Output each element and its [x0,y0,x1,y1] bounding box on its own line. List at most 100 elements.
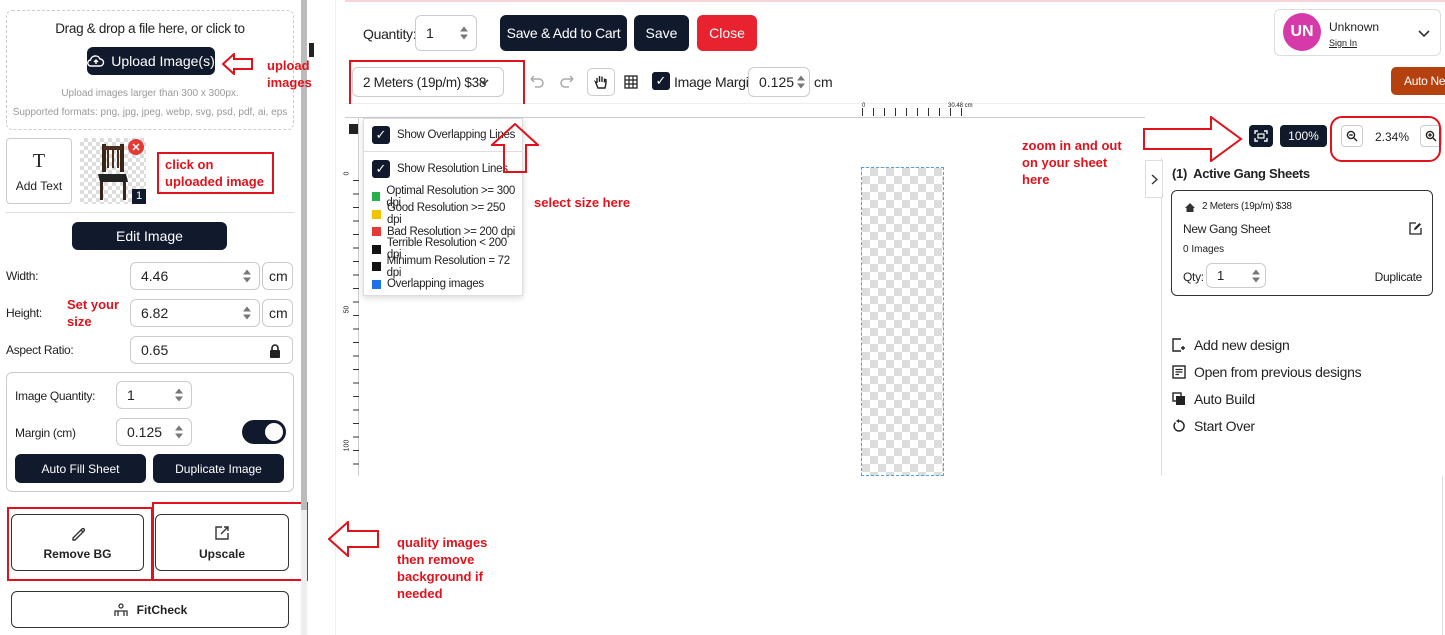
upload-hint-formats: Supported formats: png, jpg, jpeg, webp,… [12,107,288,118]
uploaded-image-thumb[interactable]: ✕ 1 [80,138,146,204]
upload-images-label: Upload Image(s) [111,53,215,69]
ruler-left-zero: 0 [343,171,351,176]
auto-build-button[interactable]: Auto Build [1172,385,1361,412]
add-text-button[interactable]: T Add Text [6,138,72,204]
upload-hint-size: Upload images larger than 300 x 300px. [61,88,239,99]
image-quantity-value: 1 [127,387,135,403]
redo-icon[interactable] [559,74,577,88]
annotation-click-uploaded: click on uploaded image [165,157,264,189]
chevron-down-icon [1418,30,1430,38]
height-label: Height: [6,306,42,320]
width-value: 4.46 [141,268,169,284]
show-overlapping-checkbox[interactable]: ✓ [372,126,390,144]
undo-icon[interactable] [527,74,545,88]
legend-label: Good Resolution >= 250 dpi [386,202,506,227]
avatar: UN [1283,13,1321,51]
legend-swatch [372,262,381,272]
top-ruler [345,104,1145,118]
arrow-left-icon [222,53,253,75]
gang-panel-collapse[interactable] [1145,160,1163,198]
zoom-controls-highlight [1330,116,1441,162]
image-margin-value: 0.125 [759,74,795,90]
fitcheck-button[interactable]: FitCheck [11,591,289,628]
quantity-value: 1 [426,25,434,41]
width-unit: cm [262,262,293,290]
margin-input[interactable]: 0.125 [116,418,192,446]
legend-swatch [372,244,381,254]
auto-fill-sheet-button[interactable]: Auto Fill Sheet [15,454,146,483]
width-unit-label: cm [269,268,288,284]
height-unit: cm [262,299,293,327]
open-previous-designs-label: Open from previous designs [1194,363,1362,380]
width-input[interactable]: 4.46 [130,262,260,290]
aspect-ratio-input[interactable]: 0.65 [130,336,293,364]
hand-icon [594,76,607,89]
fit-screen-icon [1254,130,1268,142]
image-margin-checkbox[interactable]: ✓ [652,72,670,90]
edit-icon[interactable] [1409,222,1422,235]
margin-toggle[interactable] [242,420,286,444]
height-value: 6.82 [141,305,169,321]
add-design-icon [1172,337,1185,352]
legend-label: Bad Resolution >= 200 dpi [387,225,516,238]
image-margin-unit: cm [814,74,833,90]
show-resolution-checkbox[interactable]: ✓ [372,160,390,178]
ruler-left-100: 100 [343,439,351,452]
upload-images-button[interactable]: Upload Image(s) [87,47,215,75]
edit-image-button[interactable]: Edit Image [72,222,227,250]
remove-thumb-icon[interactable]: ✕ [128,139,144,155]
fitcheck-label: FitCheck [136,602,188,617]
lock-icon[interactable] [269,344,281,358]
legend-item: Good Resolution >= 250 dpi [372,202,522,226]
start-over-icon [1173,418,1185,432]
image-quantity-input[interactable]: 1 [116,381,192,409]
gang-sheet-canvas[interactable] [861,167,944,476]
arrow-left-icon [328,521,379,557]
annotation-select-size: select size here [534,195,631,210]
legend-swatch [372,209,381,219]
image-quantity-label: Image Quantity: [15,389,96,403]
user-name: Unknown [1329,20,1380,34]
start-over-button[interactable]: Start Over [1172,412,1361,439]
pan-hand-button[interactable] [587,68,615,96]
gang-duplicate-button[interactable]: Duplicate [1375,270,1423,284]
open-previous-designs-button[interactable]: Open from previous designs [1172,358,1362,385]
gang-sheet-card[interactable]: 2 Meters (19p/m) $38 New Gang Sheet 0 Im… [1171,190,1433,296]
save-button[interactable]: Save [634,15,689,51]
gang-qty-input[interactable]: 1 [1206,263,1266,288]
zoom-100-button[interactable]: 100% [1280,125,1327,147]
add-new-design-button[interactable]: Add new design [1172,331,1361,358]
fit-screen-button[interactable] [1249,125,1273,147]
duplicate-image-button[interactable]: Duplicate Image [153,454,284,483]
gang-card-title: 2 Meters (19p/m) $38 [1202,201,1292,212]
aspect-ratio-label: Aspect Ratio: [6,343,74,357]
legend-label: Overlapping images [387,278,484,291]
margin-value: 0.125 [127,424,163,440]
gang-images-count: 0 Images [1183,244,1225,255]
gang-qty-label: Qty: [1183,270,1204,284]
home-icon [1185,203,1195,212]
gang-sheet-name: New Gang Sheet [1183,222,1271,236]
close-button[interactable]: Close [697,15,757,51]
auto-build-label: Auto Build [1194,390,1255,407]
upload-drag-text: Drag & drop a file here, or click to [55,21,245,36]
resolution-legend: Optimal Resolution >= 300 dpi Good Resol… [372,185,522,293]
active-gang-sheets-header: (1) Active Gang Sheets [1172,166,1310,181]
ruler-origin [349,124,358,134]
sign-in-link[interactable]: Sign In [1329,38,1357,48]
quantity-input[interactable]: 1 [415,15,477,51]
grid-icon[interactable] [624,75,638,89]
chevron-right-icon [1151,173,1158,185]
user-menu[interactable]: UN Unknown Sign In [1274,9,1441,56]
auto-nest-button[interactable]: Auto Nes [1391,67,1445,95]
remove-bg-highlight [7,507,153,581]
text-icon: T [32,149,46,172]
height-unit-label: cm [269,305,288,321]
height-input[interactable]: 6.82 [130,299,260,327]
legend-swatch [372,227,381,237]
cloud-upload-icon [87,55,105,67]
left-panel-scrollbar[interactable] [301,0,307,635]
quantity-label: Quantity: [363,26,417,42]
image-margin-input[interactable]: 0.125 [748,67,810,97]
save-add-to-cart-button[interactable]: Save & Add to Cart [500,15,627,51]
